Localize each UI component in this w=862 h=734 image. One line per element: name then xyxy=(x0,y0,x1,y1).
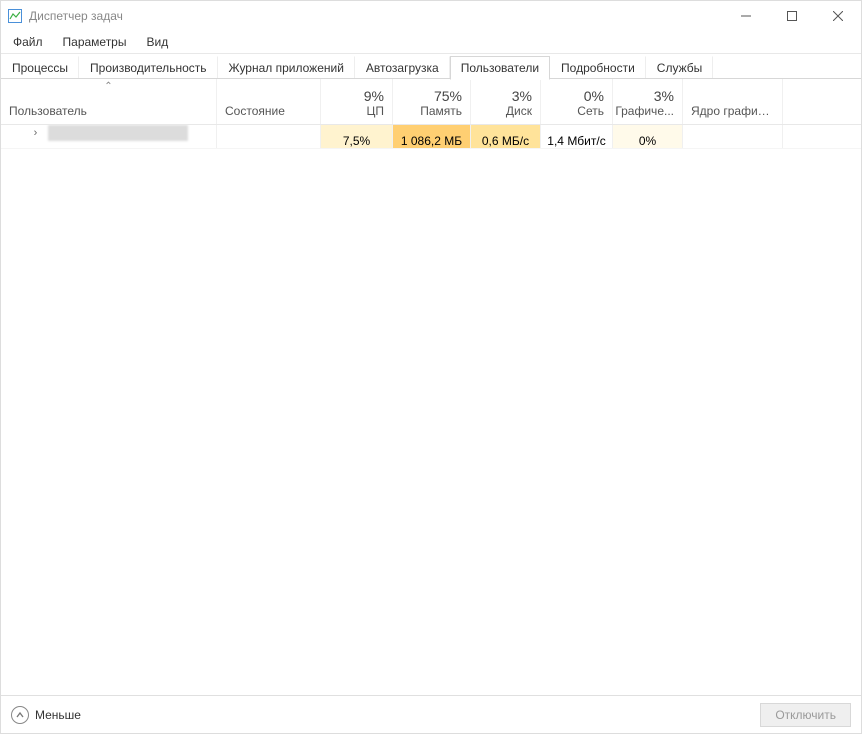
app-icon xyxy=(7,8,23,24)
cell-status xyxy=(217,125,321,148)
tab-processes[interactable]: Процессы xyxy=(1,56,79,79)
col-header-cpu-label: ЦП xyxy=(366,104,384,118)
user-name-redacted xyxy=(48,125,188,141)
content-area: ⌃ Пользователь Состояние 9% ЦП 75% Памят… xyxy=(1,79,861,695)
tab-app-history[interactable]: Журнал приложений xyxy=(218,56,355,79)
col-header-gpu[interactable]: 3% Графиче... xyxy=(613,79,683,124)
col-header-status[interactable]: Состояние xyxy=(217,79,321,124)
tab-users[interactable]: Пользователи xyxy=(450,56,550,80)
chevron-up-icon xyxy=(11,706,29,724)
col-header-memory[interactable]: 75% Память xyxy=(393,79,471,124)
tab-details[interactable]: Подробности xyxy=(550,56,646,79)
minimize-button[interactable] xyxy=(723,1,769,31)
table-body: › 7,5% 1 086,2 МБ 0,6 МБ/с 1,4 Мбит/с 0% xyxy=(1,125,861,695)
col-header-memory-pct: 75% xyxy=(434,88,462,104)
cell-network: 1,4 Мбит/с xyxy=(541,125,613,148)
window-title: Диспетчер задач xyxy=(29,9,123,23)
tab-performance[interactable]: Производительность xyxy=(79,56,217,79)
menu-options[interactable]: Параметры xyxy=(55,33,135,51)
cell-gpu: 0% xyxy=(613,125,683,148)
cell-user: › xyxy=(1,125,217,148)
fewer-details-label: Меньше xyxy=(35,708,81,722)
col-header-cpu[interactable]: 9% ЦП xyxy=(321,79,393,124)
window-controls xyxy=(723,1,861,31)
menubar: Файл Параметры Вид xyxy=(1,31,861,53)
col-header-memory-label: Память xyxy=(420,104,462,118)
col-header-gpu-pct: 3% xyxy=(654,88,674,104)
col-header-user-label: Пользователь xyxy=(9,104,87,118)
disconnect-button: Отключить xyxy=(760,703,851,727)
cell-gpu-engine xyxy=(683,125,783,148)
col-header-disk-pct: 3% xyxy=(512,88,532,104)
col-header-network-label: Сеть xyxy=(577,104,604,118)
fewer-details-button[interactable]: Меньше xyxy=(11,706,81,724)
sort-indicator-icon: ⌃ xyxy=(104,81,112,92)
cell-cpu: 7,5% xyxy=(321,125,393,148)
col-header-gpu-engine[interactable]: Ядро графиче... xyxy=(683,79,783,124)
col-header-disk[interactable]: 3% Диск xyxy=(471,79,541,124)
col-header-network[interactable]: 0% Сеть xyxy=(541,79,613,124)
col-header-network-pct: 0% xyxy=(584,88,604,104)
col-header-gpu-label: Графиче... xyxy=(615,104,674,118)
table-header: ⌃ Пользователь Состояние 9% ЦП 75% Памят… xyxy=(1,79,861,125)
titlebar: Диспетчер задач xyxy=(1,1,861,31)
menu-view[interactable]: Вид xyxy=(138,33,176,51)
col-header-cpu-pct: 9% xyxy=(364,88,384,104)
tab-services[interactable]: Службы xyxy=(646,56,713,79)
cell-memory: 1 086,2 МБ xyxy=(393,125,471,148)
col-header-status-label: Состояние xyxy=(225,104,312,118)
close-button[interactable] xyxy=(815,1,861,31)
footer: Меньше Отключить xyxy=(1,695,861,733)
cell-disk: 0,6 МБ/с xyxy=(471,125,541,148)
tab-bar: Процессы Производительность Журнал прило… xyxy=(1,53,861,79)
menu-file[interactable]: Файл xyxy=(5,33,51,51)
col-header-user[interactable]: ⌃ Пользователь xyxy=(1,79,217,124)
expand-toggle-icon[interactable]: › xyxy=(30,127,42,139)
col-header-disk-label: Диск xyxy=(506,104,532,118)
maximize-button[interactable] xyxy=(769,1,815,31)
col-header-gpu-engine-label: Ядро графиче... xyxy=(691,104,774,118)
table-row[interactable]: › 7,5% 1 086,2 МБ 0,6 МБ/с 1,4 Мбит/с 0% xyxy=(1,125,861,149)
tab-startup[interactable]: Автозагрузка xyxy=(355,56,450,79)
